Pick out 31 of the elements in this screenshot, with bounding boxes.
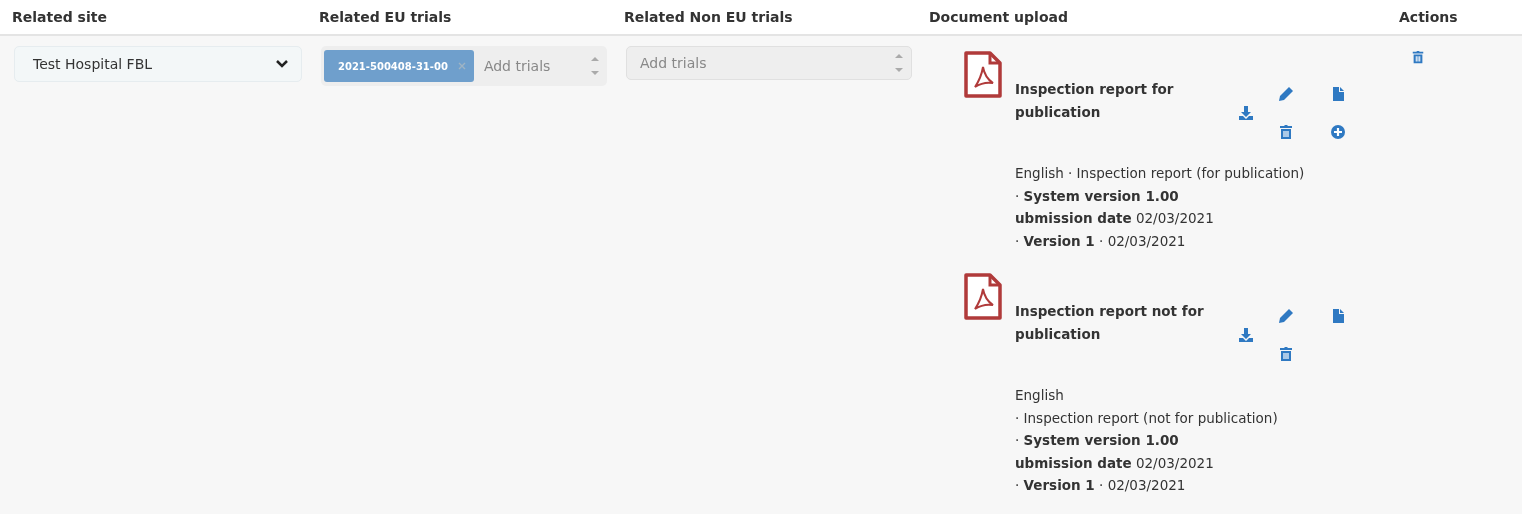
- trash-icon[interactable]: [1278, 123, 1294, 140]
- trash-icon[interactable]: [1411, 50, 1425, 64]
- trial-tag: 2021-500408-31-00: [324, 50, 474, 82]
- pencil-icon[interactable]: [1278, 85, 1294, 102]
- document-meta-line: · System version 1.00: [1015, 431, 1180, 450]
- column-header: Actions: [1399, 7, 1459, 27]
- file-icon[interactable]: [1330, 85, 1346, 102]
- document-meta-line: · Version 1 · 02/03/2021: [1015, 231, 1187, 251]
- download-icon[interactable]: [1238, 104, 1254, 121]
- document-meta-line: ubmission date 02/03/2021: [1015, 209, 1215, 228]
- add-icon[interactable]: [1330, 123, 1346, 140]
- chevron-down-icon: [275, 59, 289, 69]
- download-icon[interactable]: [1238, 326, 1254, 343]
- document-meta-line: English · Inspection report (for publication): [1015, 164, 1306, 183]
- document-meta-line: English: [1015, 386, 1065, 405]
- trash-icon[interactable]: [1278, 345, 1294, 362]
- column-header: Related site: [12, 7, 108, 27]
- column-header: Related Non EU trials: [624, 7, 794, 27]
- document-meta-line: · Version 1 · 02/03/2021: [1015, 476, 1187, 495]
- column-header: Document upload: [929, 7, 1069, 27]
- document-title: Inspection report not for publication: [1015, 302, 1205, 344]
- pencil-icon[interactable]: [1278, 307, 1294, 324]
- column-header: Related EU trials: [319, 7, 453, 27]
- document-meta-line: · System version 1.00: [1015, 186, 1180, 206]
- document-title: Inspection report for publication: [1015, 80, 1175, 122]
- file-icon[interactable]: [1330, 307, 1346, 324]
- pdf-file-icon: [963, 51, 1003, 99]
- document-meta-line: · Inspection report (not for publication): [1015, 408, 1279, 428]
- document-meta-line: ubmission date 02/03/2021: [1015, 453, 1215, 473]
- site-select[interactable]: Test Hospital FBL: [14, 46, 302, 82]
- pdf-file-icon: [963, 273, 1003, 321]
